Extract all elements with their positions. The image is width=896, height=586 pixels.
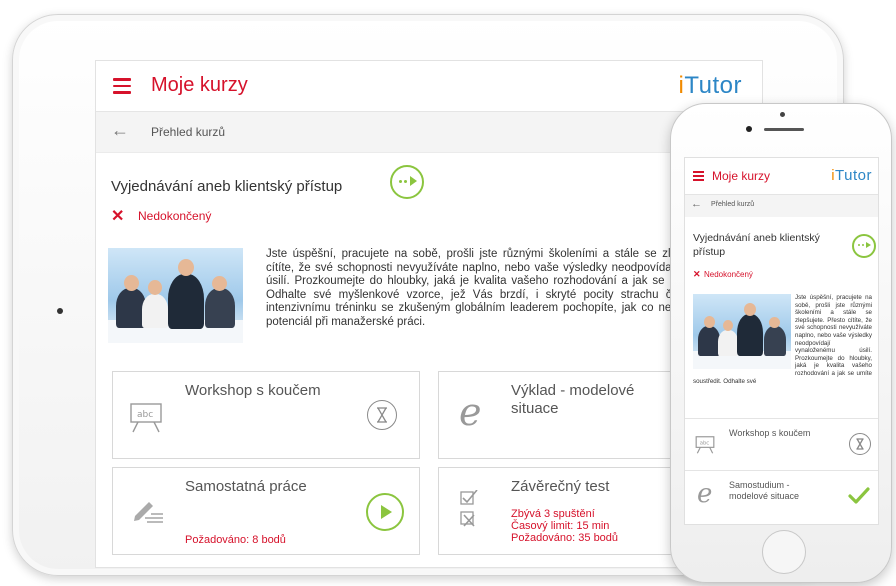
app-header: Moje kurzy iTutor [96, 61, 762, 112]
pencil-notes-icon [134, 502, 163, 523]
itutor-logo: iTutor [831, 167, 872, 184]
play-icon [858, 242, 871, 248]
course-title: Vyjednávání aneb klientský přístup [693, 232, 820, 258]
card-title: Workshop s koučem [185, 382, 321, 399]
row-title: Workshop s koučem [729, 428, 811, 438]
module-row-workshop[interactable]: abc Workshop s koučem [685, 418, 878, 471]
script-e-icon: e [697, 479, 713, 509]
hourglass-icon[interactable] [849, 433, 871, 455]
tablet-home-button[interactable] [57, 308, 63, 314]
course-image [108, 248, 243, 343]
phone-sensor [780, 112, 785, 117]
card-title: Závěrečný test [511, 478, 610, 495]
phone-speaker [764, 128, 804, 131]
phone-device: Moje kurzy iTutor ← Přehled kurzů Vyjedn… [670, 103, 892, 583]
menu-icon[interactable] [113, 78, 131, 94]
course-status: Nedokončený [704, 270, 753, 279]
play-icon [399, 176, 417, 186]
incomplete-x-icon: ✕ [693, 269, 701, 279]
course-description: Jste úspěšní, pracujete na sobě, prošli … [693, 294, 872, 385]
checklist-icon [460, 490, 478, 527]
card-title: Samostatná práce [185, 478, 307, 495]
breadcrumb: ← Přehled kurzů [96, 112, 762, 153]
course-title: Vyjednávání aneb klientský přístup [111, 178, 343, 195]
module-row-samostudium[interactable]: e Samostudium - modelové situace [685, 470, 878, 523]
test-time-limit: Časový limit: 15 min [511, 520, 610, 532]
board-abc-icon: abc [695, 436, 715, 454]
page-title: Moje kurzy [151, 74, 248, 96]
board-abc-icon: abc [130, 403, 162, 433]
play-button[interactable] [366, 493, 404, 531]
svg-text:abc: abc [700, 440, 710, 446]
card-requirement: Požadováno: 8 bodů [185, 534, 286, 546]
svg-text:abc: abc [137, 410, 153, 420]
phone-app-header: Moje kurzy iTutor [685, 158, 878, 195]
card-title: Výklad - modelové situace [511, 382, 635, 417]
breadcrumb: ← Přehled kurzů [685, 195, 878, 217]
menu-icon[interactable] [693, 171, 704, 181]
play-icon [381, 505, 392, 519]
course-play-button[interactable] [852, 234, 876, 258]
breadcrumb-link[interactable]: Přehled kurzů [151, 125, 225, 139]
incomplete-x-icon: ✕ [111, 208, 125, 225]
back-arrow-icon[interactable]: ← [111, 120, 129, 141]
itutor-logo: iTutor [678, 72, 742, 99]
course-status: Nedokončený [138, 209, 212, 223]
hourglass-icon[interactable] [367, 400, 397, 430]
breadcrumb-link[interactable]: Přehled kurzů [711, 201, 754, 208]
course-play-button[interactable] [390, 165, 424, 199]
row-title: Samostudium - modelové situace [729, 480, 800, 501]
phone-home-button[interactable] [762, 530, 806, 574]
page-title: Moje kurzy [712, 169, 771, 183]
phone-camera [746, 126, 752, 132]
phone-screen: Moje kurzy iTutor ← Přehled kurzů Vyjedn… [684, 157, 879, 525]
test-requirement: Požadováno: 35 bodů [511, 532, 619, 544]
checkmark-icon [848, 487, 870, 504]
module-card-samostatna[interactable]: Samostatná práce Požadováno: 8 bodů [112, 467, 420, 555]
module-card-workshop[interactable]: abc Workshop s koučem [112, 371, 420, 459]
test-attempts: Zbývá 3 spuštění [511, 508, 595, 520]
back-arrow-icon[interactable]: ← [691, 198, 702, 210]
script-e-icon: e [459, 390, 482, 434]
tablet-screen: Moje kurzy iTutor ← Přehled kurzů Vyjedn… [95, 60, 763, 568]
